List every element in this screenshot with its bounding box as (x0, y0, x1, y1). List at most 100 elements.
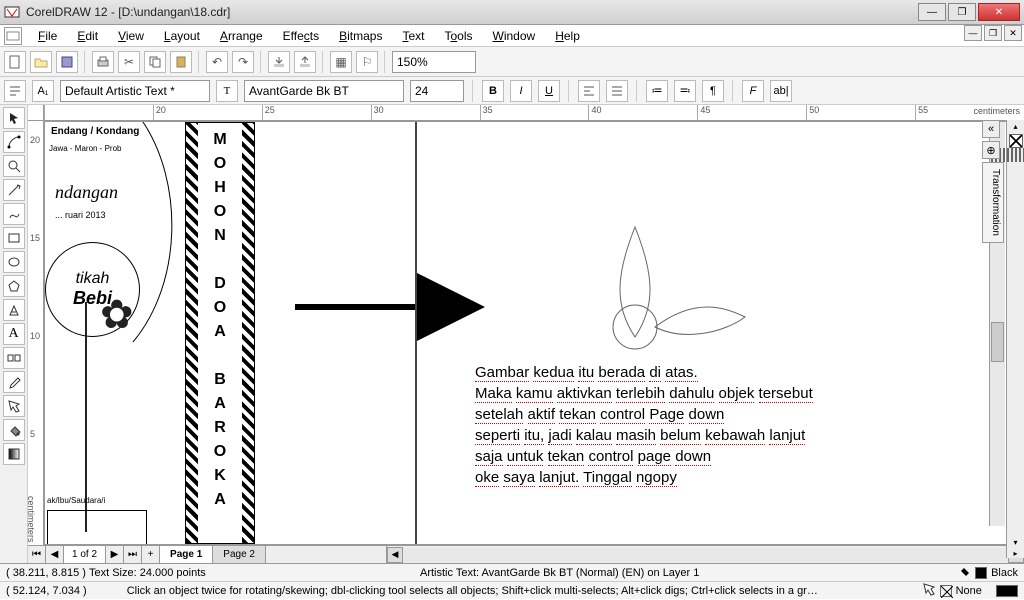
maximize-button[interactable]: ❐ (948, 3, 976, 21)
close-button[interactable]: ✕ (978, 3, 1020, 21)
undo-button[interactable]: ↶ (206, 51, 228, 73)
smart-draw-tool[interactable] (3, 203, 25, 225)
interactive-fill-tool[interactable] (3, 443, 25, 465)
paste-button[interactable] (170, 51, 192, 73)
color-swatch[interactable] (1019, 148, 1021, 162)
pick-tool[interactable] (3, 107, 25, 129)
font-value: AvantGarde Bk BT (249, 84, 349, 98)
color-swatch[interactable] (1007, 148, 1009, 162)
interactive-blend-tool[interactable] (3, 347, 25, 369)
control-menu-icon[interactable] (4, 27, 22, 45)
open-button[interactable] (30, 51, 52, 73)
instruction-text[interactable]: Gambar kedua itu berada di atas. Maka ka… (475, 362, 955, 488)
ellipse-tool[interactable] (3, 251, 25, 273)
style-value: Default Artistic Text * (65, 84, 175, 98)
menu-edit[interactable]: Edit (69, 27, 106, 45)
size-combo[interactable]: 24▼ (410, 80, 464, 102)
doc-restore-button[interactable]: ❐ (984, 25, 1002, 41)
bold-button[interactable]: B (482, 80, 504, 102)
doc-minimize-button[interactable]: — (964, 25, 982, 41)
horizontal-scrollbar[interactable]: ◀▶ (386, 546, 1024, 563)
page-navigator: ⏮ ◀ 1 of 2 ▶ ⏭ + Page 1 Page 2 ◀▶ (28, 545, 1024, 563)
menu-window[interactable]: Window (485, 27, 544, 45)
menu-text[interactable]: Text (394, 27, 432, 45)
menu-effects[interactable]: Effects (275, 27, 327, 45)
doc-close-button[interactable]: ✕ (1004, 25, 1022, 41)
app-launcher-button[interactable]: ▦ (330, 51, 352, 73)
edit-text-button[interactable]: ab| (770, 80, 792, 102)
menu-file[interactable]: File (30, 27, 65, 45)
pattern-banner: MOHON DOA BAROKA (185, 122, 255, 544)
italic-button[interactable]: I (510, 80, 532, 102)
ruler-unit-h: centimeters (973, 106, 1020, 116)
page-divider (415, 122, 417, 544)
export-button[interactable] (294, 51, 316, 73)
transformation-docker-tab[interactable]: Transformation (982, 162, 1004, 243)
cut-button[interactable]: ✂ (118, 51, 140, 73)
ruler-horizontal[interactable]: 2025303540455055 centimeters (28, 105, 1024, 121)
docker-expand-icon[interactable]: « (982, 120, 1000, 138)
zoom-tool[interactable] (3, 155, 25, 177)
underline-button[interactable]: U (538, 80, 560, 102)
dropcap-button[interactable]: ≕ (674, 80, 696, 102)
polygon-tool[interactable] (3, 275, 25, 297)
align-left-button[interactable] (578, 80, 600, 102)
menu-view[interactable]: View (110, 27, 152, 45)
menu-help[interactable]: Help (547, 27, 588, 45)
rectangle-tool[interactable] (3, 227, 25, 249)
redo-button[interactable]: ↷ (232, 51, 254, 73)
copy-button[interactable] (144, 51, 166, 73)
basic-shapes-tool[interactable] (3, 299, 25, 321)
minimize-button[interactable]: — (918, 3, 946, 21)
freehand-tool[interactable] (3, 179, 25, 201)
font-icon: T (216, 80, 238, 102)
color-swatch[interactable] (1011, 148, 1013, 162)
leaf-shapes (575, 217, 775, 360)
title-bar: CorelDRAW 12 - [D:\undangan\18.cdr] — ❐ … (0, 0, 1024, 25)
import-button[interactable] (268, 51, 290, 73)
drawing-page[interactable]: Endang / Kondang Jawa - Maron - Prob nda… (44, 121, 1024, 545)
color-swatch[interactable] (1015, 148, 1017, 162)
text-tool[interactable]: A (3, 323, 25, 345)
no-color-swatch[interactable] (1009, 134, 1023, 148)
text-size-value: 24.000 points (140, 567, 206, 579)
main-area: A 2025303540455055 centimeters 20 15 10 … (0, 105, 1024, 563)
fill-tool[interactable] (3, 419, 25, 441)
new-button[interactable] (4, 51, 26, 73)
font-combo[interactable]: AvantGarde Bk BT▼ (244, 80, 404, 102)
palette-flyout-icon[interactable]: ▸ (1013, 549, 1017, 558)
style-icon: A₁ (32, 80, 54, 102)
zoom-combo[interactable]: 150% ▼ (392, 51, 476, 73)
outline-tool[interactable] (3, 395, 25, 417)
fill-swatch[interactable] (975, 567, 987, 579)
eyedropper-tool[interactable] (3, 371, 25, 393)
first-page-button[interactable]: ⏮ (28, 546, 46, 563)
doc-name: [D:\undangan\18.cdr] (118, 5, 230, 19)
save-button[interactable] (56, 51, 78, 73)
shape-tool[interactable] (3, 131, 25, 153)
add-page-button[interactable]: + (142, 546, 160, 563)
page-tab-2[interactable]: Page 2 (213, 546, 266, 563)
format-text-button[interactable]: F (742, 80, 764, 102)
transformation-docker-icon[interactable]: ⊕ (982, 141, 1000, 159)
ruler-vertical[interactable]: 20 15 10 5 centimeters (28, 121, 44, 545)
prev-page-button[interactable]: ◀ (46, 546, 64, 563)
print-button[interactable] (92, 51, 114, 73)
menu-layout[interactable]: Layout (156, 27, 208, 45)
menu-arrange[interactable]: Arrange (212, 27, 271, 45)
last-page-button[interactable]: ⏭ (124, 546, 142, 563)
align-dropdown[interactable] (606, 80, 628, 102)
page-tab-1[interactable]: Page 1 (160, 546, 213, 563)
corel-online-button[interactable]: ⚐ (356, 51, 378, 73)
menu-tools[interactable]: Tools (436, 27, 480, 45)
text-direction-icon[interactable] (4, 80, 26, 102)
bullets-button[interactable]: ≔ (646, 80, 668, 102)
palette-down-icon[interactable]: ▾ (1011, 536, 1019, 549)
style-combo[interactable]: Default Artistic Text *▼ (60, 80, 210, 102)
menu-bitmaps[interactable]: Bitmaps (331, 27, 390, 45)
default-fill-swatch[interactable] (996, 585, 1018, 597)
nonprint-button[interactable]: ¶ (702, 80, 724, 102)
next-page-button[interactable]: ▶ (106, 546, 124, 563)
outline-swatch[interactable] (940, 585, 952, 597)
palette-up-icon[interactable]: ▴ (1011, 120, 1019, 133)
